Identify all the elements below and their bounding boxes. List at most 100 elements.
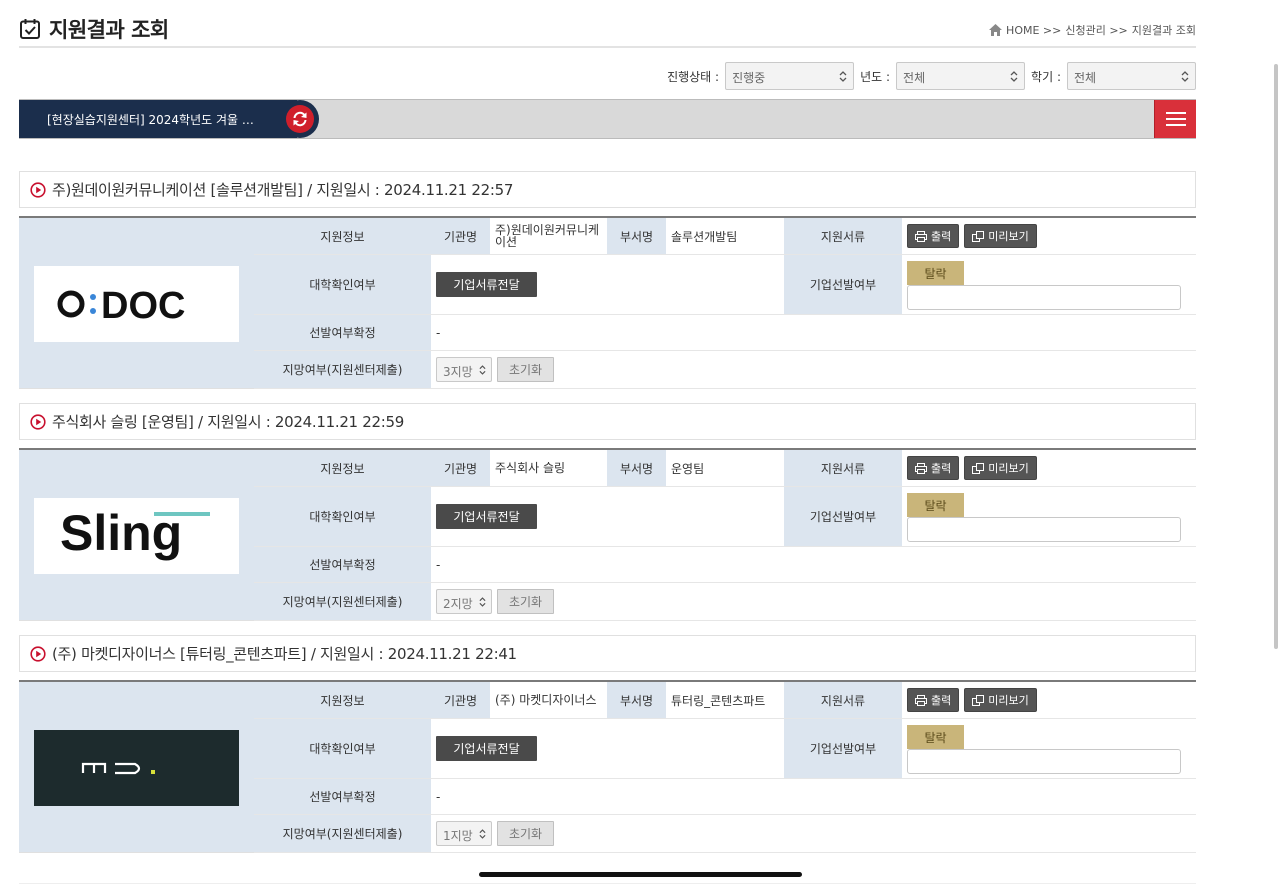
print-button[interactable]: 출력 <box>907 688 960 712</box>
company-logo-cell: Sling <box>19 450 254 621</box>
application-heading-text: 주)원데이원커뮤니케이션 [솔루션개발팀] / 지원일시 : 2024.11.2… <box>52 181 514 199</box>
preference-cell: 1지망 초기화 <box>431 815 1196 853</box>
refresh-button[interactable] <box>281 100 319 138</box>
application-card-1: 주)원데이원커뮤니케이션 [솔루션개발팀] / 지원일시 : 2024.11.2… <box>19 171 1196 389</box>
chevron-updown-icon <box>479 829 486 839</box>
program-tab-bar: [현장실습지원센터] 2024학년도 겨울 … <box>19 99 1196 139</box>
label-univ-confirm: 대학확인여부 <box>254 487 431 547</box>
result-status-badge: 탈락 <box>907 493 964 517</box>
company-logo <box>34 730 239 806</box>
univ-confirm-cell: 기업서류전달 <box>431 719 784 779</box>
label-preference: 지망여부(지원센터제출) <box>254 351 431 389</box>
breadcrumb-home[interactable]: HOME >> <box>1006 24 1061 37</box>
page-header: 지원결과 조회 HOME >> 신청관리 >> 지원결과 조회 <box>19 12 1196 48</box>
printer-icon <box>915 694 927 706</box>
preference-select[interactable]: 1지망 <box>436 821 492 846</box>
label-application-info: 지원정보 <box>254 218 431 255</box>
status-filter-label: 진행상태 : <box>667 69 720 84</box>
home-icon <box>989 24 1003 36</box>
company-logo: DOC <box>34 266 239 342</box>
result-status-badge: 탈락 <box>907 725 964 749</box>
print-button[interactable]: 출력 <box>907 456 960 480</box>
label-preference: 지망여부(지원센터제출) <box>254 583 431 621</box>
selection-confirm-value: - <box>431 547 1196 583</box>
preview-button[interactable]: 미리보기 <box>964 456 1037 480</box>
play-circle-icon <box>30 181 46 198</box>
semester-filter-label: 학기 : <box>1031 69 1061 84</box>
dept-name-value: 튜터링_콘텐츠파트 <box>666 682 784 719</box>
transfer-documents-button[interactable]: 기업서류전달 <box>436 504 537 529</box>
application-heading-text: (주) 마켓디자이너스 [튜터링_콘텐츠파트] / 지원일시 : 2024.11… <box>52 645 517 663</box>
application-heading-text: 주식회사 슬링 [운영팀] / 지원일시 : 2024.11.21 22:59 <box>52 413 405 431</box>
reset-button[interactable]: 초기화 <box>497 589 554 614</box>
chevron-updown-icon <box>479 597 486 607</box>
print-button-label: 출력 <box>931 230 952 243</box>
company-logo-cell: DOC <box>19 218 254 389</box>
selection-note-input[interactable] <box>907 285 1181 310</box>
label-selection-confirm: 선발여부확정 <box>254 779 431 815</box>
refresh-icon <box>293 111 307 127</box>
label-univ-confirm: 대학확인여부 <box>254 719 431 779</box>
filter-bar: 진행상태 : 진행중 년도 : 전체 학기 : 전체 <box>661 62 1196 90</box>
application-detail-table: 지원정보 기관명 (주) 마켓디자이너스 부서명 튜터링_콘텐츠파트 지원서류 … <box>19 680 1196 853</box>
breadcrumb-current: 지원결과 조회 <box>1131 24 1196 37</box>
semester-filter-select[interactable]: 전체 <box>1067 62 1196 90</box>
application-docs-actions: 출력 미리보기 <box>902 450 1196 487</box>
label-org-name: 기관명 <box>431 682 490 719</box>
label-preference: 지망여부(지원센터제출) <box>254 815 431 853</box>
preview-button-label: 미리보기 <box>988 462 1029 475</box>
transfer-documents-button[interactable]: 기업서류전달 <box>436 736 537 761</box>
preference-value: 3지망 <box>443 365 473 379</box>
company-logo-cell <box>19 682 254 853</box>
hamburger-menu-icon <box>1165 112 1186 114</box>
print-button-label: 출력 <box>931 462 952 475</box>
hamburger-menu-button[interactable] <box>1154 100 1196 138</box>
preference-value: 2지망 <box>443 597 473 611</box>
transfer-documents-button[interactable]: 기업서류전달 <box>436 272 537 297</box>
label-dept-name: 부서명 <box>607 450 666 487</box>
selection-note-input[interactable] <box>907 517 1181 542</box>
print-button-label: 출력 <box>931 694 952 707</box>
org-name-value: 주)원데이원커뮤니케이션 <box>490 218 607 255</box>
year-filter-value: 전체 <box>903 71 926 85</box>
print-button[interactable]: 출력 <box>907 224 960 248</box>
svg-text:Sling: Sling <box>60 506 182 561</box>
reset-button[interactable]: 초기화 <box>497 357 554 382</box>
preview-button[interactable]: 미리보기 <box>964 688 1037 712</box>
preview-button[interactable]: 미리보기 <box>964 224 1037 248</box>
univ-confirm-cell: 기업서류전달 <box>431 487 784 547</box>
selection-confirm-value: - <box>431 315 1196 351</box>
program-tab[interactable]: [현장실습지원센터] 2024학년도 겨울 … <box>19 100 297 138</box>
label-company-selection: 기업선발여부 <box>784 719 902 779</box>
divider <box>19 883 1196 884</box>
preference-select[interactable]: 3지망 <box>436 357 492 382</box>
scrollbar[interactable] <box>1274 64 1278 649</box>
label-application-docs: 지원서류 <box>784 450 902 487</box>
status-filter-select[interactable]: 진행중 <box>725 62 855 90</box>
semester-filter-value: 전체 <box>1074 71 1097 85</box>
dept-name-value: 운영팀 <box>666 450 784 487</box>
printer-icon <box>915 462 927 474</box>
company-logo: Sling <box>34 498 239 574</box>
preference-value: 1지망 <box>443 829 473 843</box>
copy-window-icon <box>972 230 985 242</box>
application-heading: 주식회사 슬링 [운영팀] / 지원일시 : 2024.11.21 22:59 <box>19 403 1196 440</box>
home-indicator[interactable] <box>479 872 802 877</box>
dept-name-value: 솔루션개발팀 <box>666 218 784 255</box>
sling-logo: Sling <box>60 506 210 561</box>
application-heading: (주) 마켓디자이너스 [튜터링_콘텐츠파트] / 지원일시 : 2024.11… <box>19 635 1196 672</box>
label-application-info: 지원정보 <box>254 682 431 719</box>
selection-note-input[interactable] <box>907 749 1181 774</box>
label-application-docs: 지원서류 <box>784 682 902 719</box>
application-docs-actions: 출력 미리보기 <box>902 218 1196 255</box>
breadcrumb-apply-mgmt[interactable]: 신청관리 >> <box>1065 22 1127 38</box>
selection-confirm-value: - <box>431 779 1196 815</box>
reset-button[interactable]: 초기화 <box>497 821 554 846</box>
preference-cell: 3지망 초기화 <box>431 351 1196 389</box>
preference-select[interactable]: 2지망 <box>436 589 492 614</box>
chevron-updown-icon <box>1010 71 1018 82</box>
page-title-group: 지원결과 조회 <box>19 14 169 44</box>
application-detail-table: Sling 지원정보 기관명 주식회사 슬링 부서명 운영팀 지원서류 출력 미… <box>19 448 1196 621</box>
label-selection-confirm: 선발여부확정 <box>254 547 431 583</box>
year-filter-select[interactable]: 전체 <box>896 62 1026 90</box>
